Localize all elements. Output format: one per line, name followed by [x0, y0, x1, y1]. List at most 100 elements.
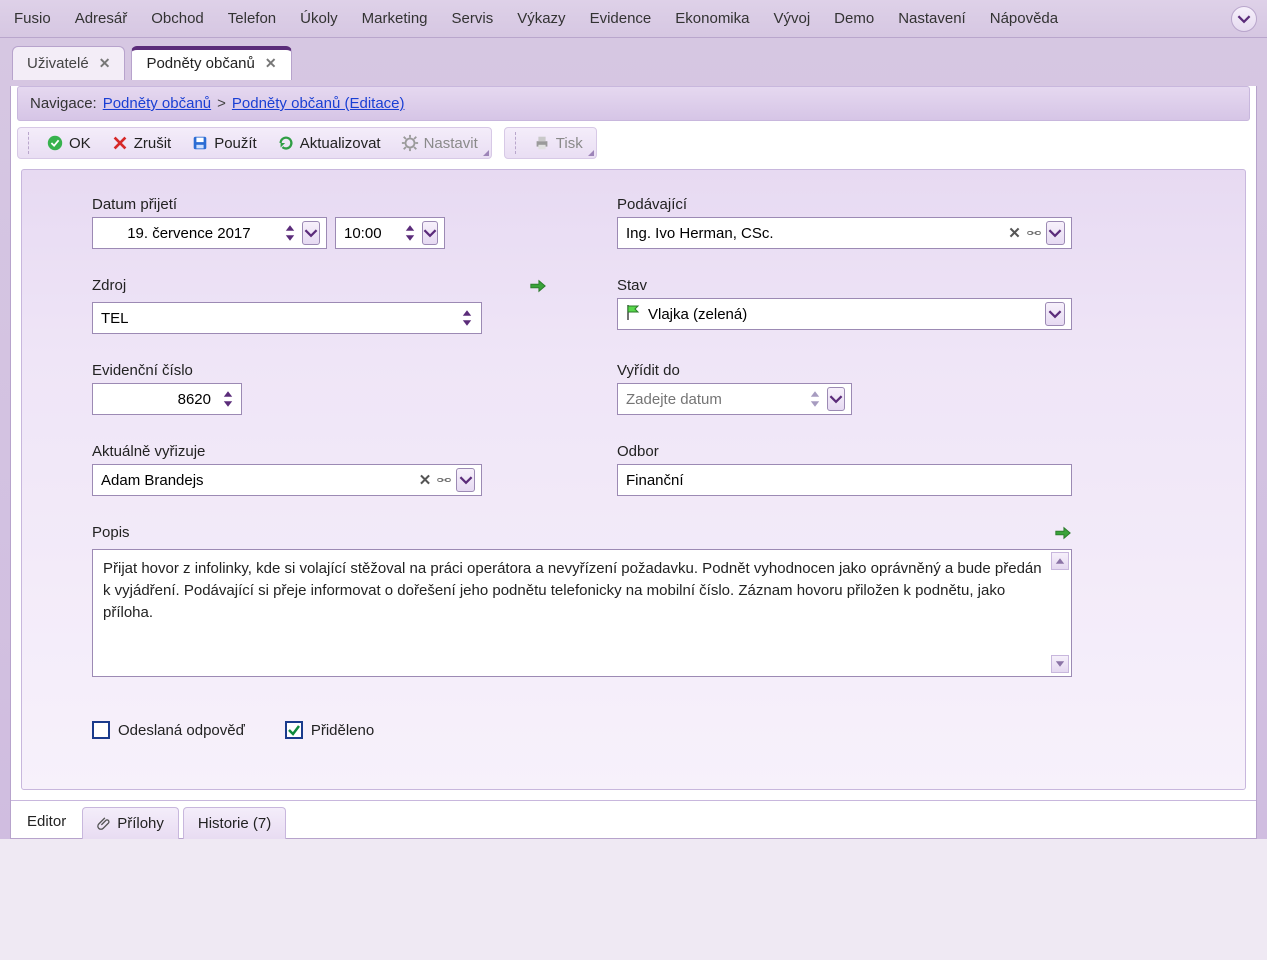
field-label: Vyřídit do	[617, 362, 1072, 379]
menu-item[interactable]: Úkoly	[296, 8, 342, 29]
spinner[interactable]	[403, 223, 417, 243]
chevron-down-icon	[459, 473, 473, 487]
menu-item[interactable]: Fusio	[10, 8, 55, 29]
due-input[interactable]	[617, 383, 852, 415]
field-evnum: Evidenční číslo	[92, 362, 547, 415]
tab-label: Podněty občanů	[146, 55, 254, 72]
checkbox-label: Přiděleno	[311, 722, 374, 739]
menu-item[interactable]: Ekonomika	[671, 8, 753, 29]
menu-item[interactable]: Demo	[830, 8, 878, 29]
scroll-up-button[interactable]	[1051, 552, 1069, 570]
tab-podnety[interactable]: Podněty občanů ✕	[131, 46, 291, 80]
assignee-input[interactable]: ✕	[92, 464, 482, 496]
settings-button[interactable]: Nastavit	[396, 132, 483, 154]
source-value[interactable]	[99, 310, 456, 327]
chevron-down-icon	[304, 226, 318, 240]
link-icon[interactable]	[437, 473, 451, 487]
date-input[interactable]	[92, 217, 327, 249]
link-icon[interactable]	[1027, 226, 1041, 240]
menu-item[interactable]: Nápověda	[986, 8, 1062, 29]
bottom-tabs: Editor Přílohy Historie (7)	[11, 800, 1256, 838]
field-label: Stav	[617, 277, 1072, 294]
menubar-expand-button[interactable]	[1231, 6, 1257, 32]
arrow-right-icon[interactable]	[1054, 525, 1072, 545]
flag-icon	[624, 303, 642, 325]
menu-item[interactable]: Vývoj	[769, 8, 814, 29]
field-due: Vyřídit do	[617, 362, 1072, 415]
spinner[interactable]	[460, 308, 475, 328]
description-textarea[interactable]	[92, 549, 1072, 677]
bottom-tab-history[interactable]: Historie (7)	[183, 807, 286, 839]
tab-users[interactable]: Uživatelé ✕	[12, 46, 125, 80]
apply-button[interactable]: Použít	[186, 132, 262, 154]
field-label: Odbor	[617, 443, 1072, 460]
checkbox-assigned[interactable]: Přiděleno	[285, 721, 374, 739]
due-value[interactable]	[624, 391, 804, 408]
arrow-right-icon[interactable]	[529, 278, 547, 298]
print-button[interactable]: Tisk	[528, 132, 588, 154]
menu-item[interactable]: Výkazy	[513, 8, 569, 29]
refresh-button[interactable]: Aktualizovat	[272, 132, 386, 154]
dept-value[interactable]	[624, 472, 1065, 489]
menu-item[interactable]: Evidence	[586, 8, 656, 29]
form-panel: Datum přijetí	[21, 169, 1246, 790]
ok-button[interactable]: OK	[41, 132, 96, 154]
state-input[interactable]	[617, 298, 1072, 330]
scroll-down-button[interactable]	[1051, 655, 1069, 673]
field-source: Zdroj	[92, 277, 547, 334]
field-label: Podávající	[617, 196, 1072, 213]
menu-item[interactable]: Obchod	[147, 8, 208, 29]
checkbox-sent[interactable]: Odeslaná odpověď	[92, 721, 245, 739]
spinner[interactable]	[221, 389, 235, 409]
submitter-input[interactable]: ✕	[617, 217, 1072, 249]
field-label: Zdroj	[92, 277, 126, 294]
assignee-value[interactable]	[99, 472, 413, 489]
save-icon	[191, 134, 209, 152]
dropdown-button[interactable]	[302, 221, 320, 245]
check-icon	[287, 723, 301, 737]
clear-icon[interactable]: ✕	[419, 471, 432, 489]
cancel-button[interactable]: Zrušit	[106, 132, 177, 154]
dropdown-button[interactable]	[422, 221, 438, 245]
close-icon[interactable]: ✕	[99, 55, 111, 72]
time-input[interactable]	[335, 217, 445, 249]
source-input[interactable]	[92, 302, 482, 334]
caret-down-icon	[808, 397, 822, 411]
caret-down-icon	[221, 397, 235, 411]
dropdown-button[interactable]	[1045, 302, 1065, 326]
state-value[interactable]	[646, 306, 1040, 323]
bottom-tab-editor[interactable]: Editor	[21, 805, 82, 838]
field-label: Datum přijetí	[92, 196, 547, 213]
breadcrumb-link[interactable]: Podněty občanů (Editace)	[232, 95, 405, 112]
bottom-tab-attachments[interactable]: Přílohy	[82, 807, 179, 839]
spinner[interactable]	[808, 389, 822, 409]
menu-item[interactable]: Nastavení	[894, 8, 970, 29]
chevron-down-icon	[1237, 12, 1251, 26]
checkbox-box	[285, 721, 303, 739]
spinner[interactable]	[283, 223, 297, 243]
field-state: Stav	[617, 277, 1072, 334]
evnum-value[interactable]	[99, 391, 217, 408]
menu-item[interactable]: Servis	[448, 8, 498, 29]
menu-item[interactable]: Marketing	[358, 8, 432, 29]
close-icon[interactable]: ✕	[265, 55, 277, 72]
dropdown-button[interactable]	[1046, 221, 1065, 245]
chevron-down-icon	[829, 392, 843, 406]
dropdown-button[interactable]	[827, 387, 845, 411]
check-circle-icon	[46, 134, 64, 152]
menu-item[interactable]: Adresář	[71, 8, 132, 29]
caret-down-icon	[460, 316, 474, 330]
dropdown-button[interactable]	[456, 468, 475, 492]
dept-input[interactable]	[617, 464, 1072, 496]
time-value[interactable]	[342, 225, 399, 242]
menubar: Fusio Adresář Obchod Telefon Úkoly Marke…	[0, 0, 1267, 38]
evnum-input[interactable]	[92, 383, 242, 415]
chevron-down-icon	[1048, 226, 1062, 240]
clear-icon[interactable]: ✕	[1008, 224, 1021, 242]
date-value[interactable]	[99, 225, 279, 242]
chevron-down-icon	[1048, 307, 1062, 321]
submitter-value[interactable]	[624, 225, 1002, 242]
field-label: Aktuálně vyřizuje	[92, 443, 547, 460]
breadcrumb-link[interactable]: Podněty občanů	[103, 95, 211, 112]
menu-item[interactable]: Telefon	[224, 8, 280, 29]
